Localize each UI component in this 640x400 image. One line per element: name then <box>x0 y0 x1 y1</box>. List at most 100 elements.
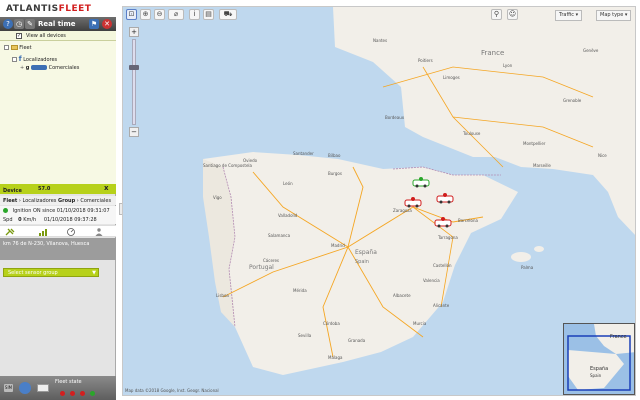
gauge-icon[interactable] <box>66 228 76 236</box>
zoom-out-box-icon[interactable]: ⊖ <box>154 9 165 20</box>
tools-icon[interactable]: ✎ <box>25 19 35 29</box>
city-label: Tarragona <box>437 235 458 240</box>
tree-label-comerciales: Comerciales <box>48 65 80 71</box>
breadcrumb-fleet[interactable]: Fleet <box>3 198 17 204</box>
logo-part1: ATLANTIS <box>6 4 59 14</box>
ruler-icon[interactable]: ⌀ <box>168 9 184 20</box>
city-label: León <box>283 181 293 186</box>
globe-icon[interactable] <box>19 382 31 394</box>
device-label-text: Device <box>3 188 22 194</box>
city-label: Palma <box>521 265 534 270</box>
city-label: Nice <box>598 153 607 158</box>
vehicle-tool-icon[interactable]: ⛟ <box>219 9 237 20</box>
state-green-icon[interactable] <box>90 391 95 396</box>
driver-icon[interactable] <box>94 228 104 236</box>
city-label: Limoges <box>443 75 460 80</box>
speed-label: Spd <box>3 217 13 223</box>
city-label: Toulouse <box>462 131 481 136</box>
state-red-icon[interactable] <box>70 391 75 396</box>
ignition-status-icon <box>3 208 8 213</box>
zoom-control[interactable]: + − <box>129 27 139 137</box>
ignition-row: Ignition ON since 01/10/2018 09:31:07 <box>0 206 116 215</box>
sensor-group-select[interactable]: Select sensor group ▼ <box>3 268 99 277</box>
city-label: Córdoba <box>323 321 340 326</box>
city-label: Valladolid <box>278 213 298 218</box>
folder-icon <box>10 45 18 50</box>
info-icon[interactable]: i <box>189 9 200 20</box>
tree-label-localizadores: Localizadores <box>23 57 58 63</box>
city-label: Bordeaux <box>385 115 405 120</box>
breadcrumb-comerciales[interactable]: Comerciales <box>80 198 111 204</box>
device-sensor-icons <box>0 225 116 237</box>
map-canvas[interactable]: France Portugal España Spain Nantes Poitiers L… <box>122 6 636 396</box>
fleet-state-label: Fleet state <box>55 379 82 385</box>
city-label: Montpellier <box>523 141 546 146</box>
mail-icon[interactable] <box>37 384 49 392</box>
lock-icon[interactable]: ⚲ <box>491 9 502 20</box>
view-all-checkbox[interactable]: ✓ <box>16 33 22 39</box>
country-label: Portugal <box>249 264 274 271</box>
clock-icon[interactable]: ◷ <box>14 19 24 29</box>
tree-node-localizadores[interactable]: f Localizadores <box>12 55 57 63</box>
city-label: Mérida <box>293 288 307 293</box>
device-header: Device › 57.0 x <box>0 184 116 194</box>
close-session-icon[interactable]: ✕ <box>102 19 112 29</box>
group-icon: f <box>18 55 22 63</box>
logo-part2: FLEET <box>58 4 92 14</box>
tree-node-fleet[interactable]: Fleet <box>4 45 32 51</box>
chevron-down-icon: ▼ <box>92 270 96 276</box>
signal-icon[interactable] <box>38 228 48 236</box>
country-label: Spain <box>355 259 369 265</box>
traffic-label: Traffic <box>559 12 575 18</box>
city-label: Granada <box>348 338 366 343</box>
city-label: Grenoble <box>563 98 582 103</box>
state-red-icon[interactable] <box>80 391 85 396</box>
pan-tool-icon[interactable]: ⊡ <box>126 9 137 20</box>
zoom-track[interactable] <box>132 39 136 125</box>
bottom-bar: SIM Fleet state <box>0 376 116 400</box>
group-g-icon: g <box>25 65 30 71</box>
street-view-icon[interactable]: ☺ <box>507 9 518 20</box>
address-text: km 76 de N-230, Vilanova, Huesca <box>3 241 90 247</box>
city-label: Poitiers <box>418 58 433 63</box>
expand-icon[interactable]: + <box>20 65 24 71</box>
overview-label: Spain <box>590 373 602 378</box>
sim-icon[interactable]: SIM <box>4 384 13 392</box>
map-copyright: Map data ©2018 Google, Inst. Geogr. Naci… <box>125 388 219 393</box>
speed-row: Spd 0 Km/h 01/10/2018 09:37:28 <box>0 215 116 224</box>
speed-unit: Km/h <box>23 217 37 223</box>
layers-icon[interactable]: ▤ <box>203 9 214 20</box>
bookmark-icon[interactable]: ⚑ <box>89 19 99 29</box>
device-address: km 76 de N-230, Vilanova, Huesca <box>0 238 116 260</box>
traffic-button[interactable]: Traffic ▾ <box>555 10 583 21</box>
city-label: Burgos <box>328 171 342 176</box>
country-label: España <box>355 249 377 256</box>
device-name: 57.0 <box>38 186 51 192</box>
city-label: Santiago de Compostela <box>203 163 253 168</box>
city-label: Castellón <box>433 263 452 268</box>
overview-map[interactable]: France España Spain <box>563 323 635 395</box>
breadcrumb-localizadores[interactable]: Localizadores <box>23 198 57 204</box>
city-label: Albacete <box>393 293 411 298</box>
zoom-slider-knob[interactable] <box>129 65 139 70</box>
tree-checkbox[interactable] <box>4 45 9 50</box>
zoom-box-icon[interactable]: ⊕ <box>140 9 151 20</box>
country-label: France <box>481 49 504 57</box>
tree-checkbox[interactable] <box>12 57 17 62</box>
overview-tiles: France EspañaSpain <box>564 324 634 394</box>
map-type-button[interactable]: Map type ▾ <box>596 10 632 21</box>
left-panel: ATLANTISFLEET ? ◷ ✎ Real time ⚑ ✕ ✓ View… <box>0 0 116 400</box>
state-red-icon[interactable] <box>60 391 65 396</box>
overview-label: España <box>590 366 608 372</box>
zoom-in-button[interactable]: + <box>129 27 139 37</box>
sensor-group-placeholder: Select sensor group <box>8 270 58 276</box>
help-icon[interactable]: ? <box>3 19 13 29</box>
device-close-icon[interactable]: x <box>104 184 109 192</box>
view-all-devices-row[interactable]: ✓ View all devices <box>0 31 116 41</box>
tree-node-comerciales[interactable]: + g Comerciales <box>20 65 79 71</box>
device-label: Device › <box>3 186 22 194</box>
zoom-out-button[interactable]: − <box>129 127 139 137</box>
realtime-label[interactable]: Real time <box>38 20 76 28</box>
device-tree: Fleet f Localizadores + g Comerciales <box>0 41 116 184</box>
satellite-icon[interactable] <box>5 228 15 236</box>
